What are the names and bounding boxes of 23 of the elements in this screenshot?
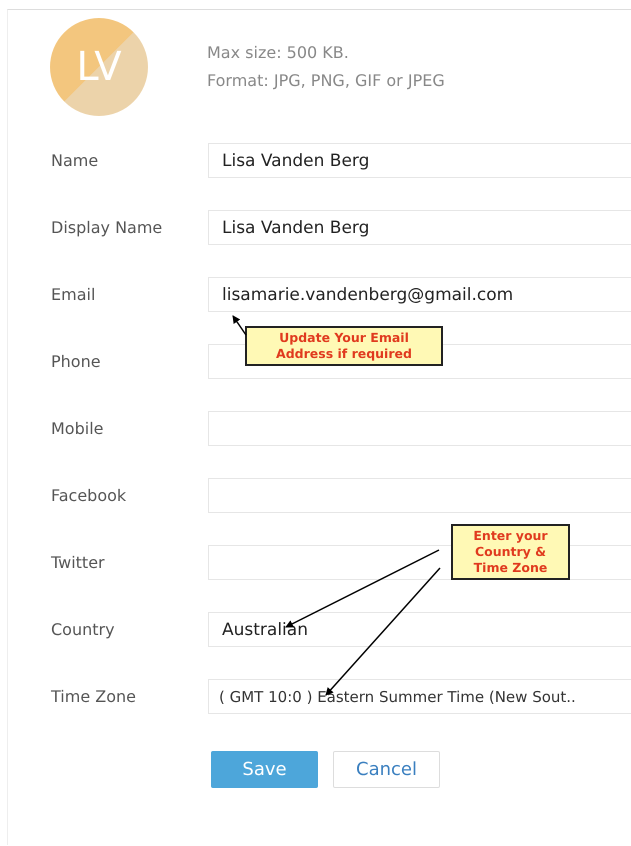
callout-note: Update Your Email Address if required: [245, 326, 443, 366]
field-label: Time Zone: [51, 687, 137, 706]
text-field[interactable]: Australian: [208, 612, 631, 647]
upload-hint: Max size: 500 KB.: [207, 42, 350, 64]
text-field[interactable]: Lisa Vanden Berg: [208, 210, 631, 245]
text-field[interactable]: [208, 478, 631, 513]
field-label: Display Name: [51, 218, 164, 237]
field-label: Phone: [51, 352, 102, 371]
cancel-button[interactable]: Cancel: [333, 751, 440, 788]
upload-hint: Format: JPG, PNG, GIF or JPEG: [207, 70, 445, 92]
callout-note: Enter your Country & Time Zone: [451, 524, 570, 580]
text-field[interactable]: [208, 411, 631, 446]
field-label: Email: [51, 285, 96, 304]
field-label: Twitter: [51, 553, 106, 572]
text-field[interactable]: lisamarie.vandenberg@gmail.com: [208, 277, 631, 312]
field-label: Name: [51, 151, 100, 170]
text-field[interactable]: Lisa Vanden Berg: [208, 143, 631, 178]
text-field[interactable]: ( GMT 10:0 ) Eastern Summer Time (New Sout..: [208, 679, 631, 714]
avatar: LV: [50, 18, 148, 116]
field-label: Country: [51, 620, 116, 639]
field-label: Mobile: [51, 419, 104, 438]
arrow: [232, 315, 247, 336]
field-label: Facebook: [51, 486, 128, 505]
